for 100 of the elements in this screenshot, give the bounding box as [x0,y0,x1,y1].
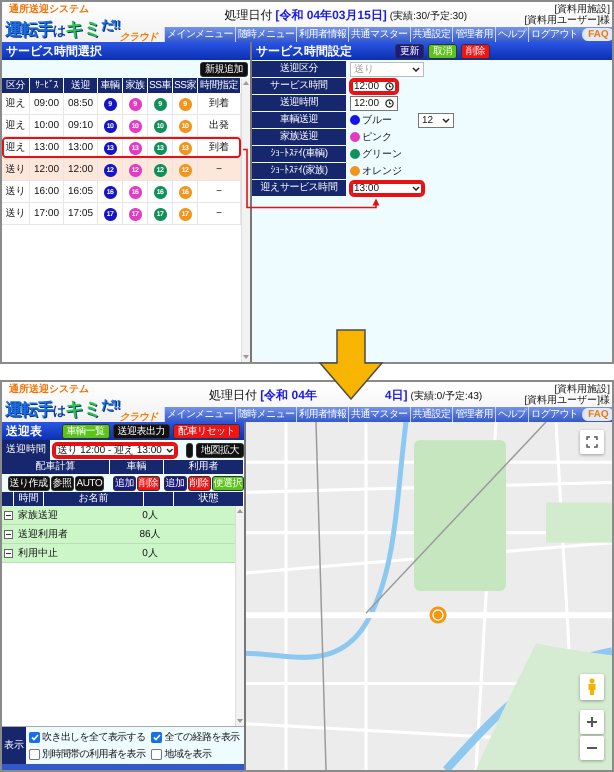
time-field[interactable]: 12:00 [350,78,398,94]
select-field[interactable]: 送り 12:00 - 迎え 13:00 [53,442,178,458]
processing-date: [令和 04年03月15日] [275,8,387,22]
checkbox[interactable] [151,748,162,760]
checkbox[interactable] [29,748,40,760]
logo-subtitle: クラウド [120,32,158,44]
table-cell-text: 利用中止 [17,546,59,560]
logo-tagline: 通所送迎システム [9,4,89,16]
table-cell: 12:00 [64,159,98,181]
column-header: 送迎 [64,78,98,93]
caret-icon [442,118,450,122]
field-label: ｼｮｰﾄｽﾃｲ(家族) [252,163,346,179]
checkbox[interactable] [29,732,40,742]
zoom-in-button[interactable] [580,710,604,734]
record-count: (実績:0/予定:43) [410,390,482,402]
checkbox[interactable] [151,732,162,742]
column-header: ｻｰﾋﾞｽ [30,78,64,93]
table-cell: 17:00 [30,203,64,225]
processing-date: 4日] [384,388,408,402]
fullscreen-button[interactable] [580,430,604,454]
user-name: [資料用ユーザー]様 [524,14,610,26]
faq-button[interactable]: FAQ [582,408,612,421]
vehicle-list-button[interactable]: 車輌一覧 [62,424,110,438]
panel-title: 送迎表 [6,423,42,440]
scroll-down-icon[interactable] [243,355,249,359]
cancel-button[interactable]: 取消 [428,44,457,58]
checkbox-label: 吹き出しを全て表示する [42,730,146,744]
user-name: [資料用ユーザー]様 [524,394,610,406]
delete-button[interactable]: 削除 [137,476,160,490]
table-cell: 16:05 [64,181,98,203]
panel-title: サービス時間選択 [2,42,250,60]
table-cell: 16:00 [30,181,64,203]
processing-date: [令和 04年 [260,388,317,402]
field-label: 送迎時間 [252,95,346,111]
scroll-up-icon[interactable] [237,509,243,513]
clock-icon [385,98,394,108]
select-field[interactable]: 13:00 [350,180,424,196]
scroll-up-icon[interactable] [243,81,249,85]
export-button[interactable]: 送迎表出力 [112,424,170,438]
zoom-out-button[interactable] [580,736,604,760]
table-cell: 08:50 [64,93,98,115]
clock-icon [385,82,394,90]
checkbox-label: 地域を表示 [164,748,212,762]
column-header: SS車 [148,78,173,93]
action-button[interactable]: 追加 [164,476,186,490]
caret-icon [166,448,174,452]
toggle-button[interactable] [186,442,193,458]
faq-button[interactable]: FAQ [582,28,612,41]
action-button[interactable]: 送り作成 [8,476,50,490]
delete-button[interactable]: 削除 [461,44,490,58]
collapse-icon[interactable] [4,510,13,520]
facility-name: [資料用施設] [553,4,610,14]
table-row[interactable]: 利用中止 0人 [2,544,235,563]
table-cell-text: 86人 [138,528,162,542]
scrollbar[interactable] [235,506,244,726]
table-cell-text: 0人 [141,508,159,522]
collapse-icon[interactable] [4,530,13,538]
location-marker-icon[interactable] [429,606,447,624]
delete-button[interactable]: 削除 [188,476,210,490]
field-label: サービス時間 [252,78,346,94]
collapse-icon[interactable] [4,548,13,558]
date-label: 処理日付 [224,8,272,22]
color-label: ブルー [362,114,392,128]
new-button[interactable]: 新規追加 [200,62,248,76]
scroll-down-icon[interactable] [237,719,243,723]
map-expand-button[interactable]: 地図拡大 [196,442,244,458]
table-cell-text: 0人 [141,546,159,560]
table-cell: 12:00 [30,159,64,181]
checkbox-label: 全ての経路を表示 [164,730,240,744]
time-field[interactable]: 12:00 [350,96,398,110]
reset-button[interactable]: 配車リセット [173,424,240,438]
table-cell-text: 家族送迎 [17,508,59,522]
action-button[interactable]: 参照 [50,476,74,490]
down-arrow [318,328,384,400]
action-button[interactable]: 追加 [113,476,136,490]
caret-icon [412,66,420,72]
checkbox-label: 別時間帯の利用者を表示 [42,748,146,762]
select-field[interactable]: 12 [418,112,454,128]
column-header: SS家 [173,78,198,93]
table-cell: 17:05 [64,203,98,225]
column-header: 車輌 [98,78,123,93]
color-label: グリーン [362,148,402,162]
field-label: 送迎区分 [252,61,346,77]
scrollbar[interactable] [241,78,250,362]
field-label: 迎えサービス時間 [252,180,346,196]
field-label: 家族送迎 [252,129,346,145]
logo-tagline: 通所送迎システム [9,384,89,396]
action-button[interactable]: AUTO [74,476,104,490]
update-button[interactable]: 更新 [395,44,424,58]
panel-title: サービス時間設定 [256,43,352,60]
field-label: ｼｮｰﾄｽﾃｲ(車輌) [252,146,346,162]
table-row[interactable]: 家族送迎 0人 [2,506,235,525]
action-button[interactable]: 便選択 [212,476,244,490]
table-row[interactable]: 送迎利用者 86人 [2,525,235,544]
table-cell: 09:00 [30,93,64,115]
field-label: 車輌送迎 [252,112,346,128]
logo-subtitle: クラウド [120,412,158,424]
field-label: 表示 [2,727,26,764]
fullscreen-icon [586,436,598,448]
column-header: 区分 [2,78,30,93]
